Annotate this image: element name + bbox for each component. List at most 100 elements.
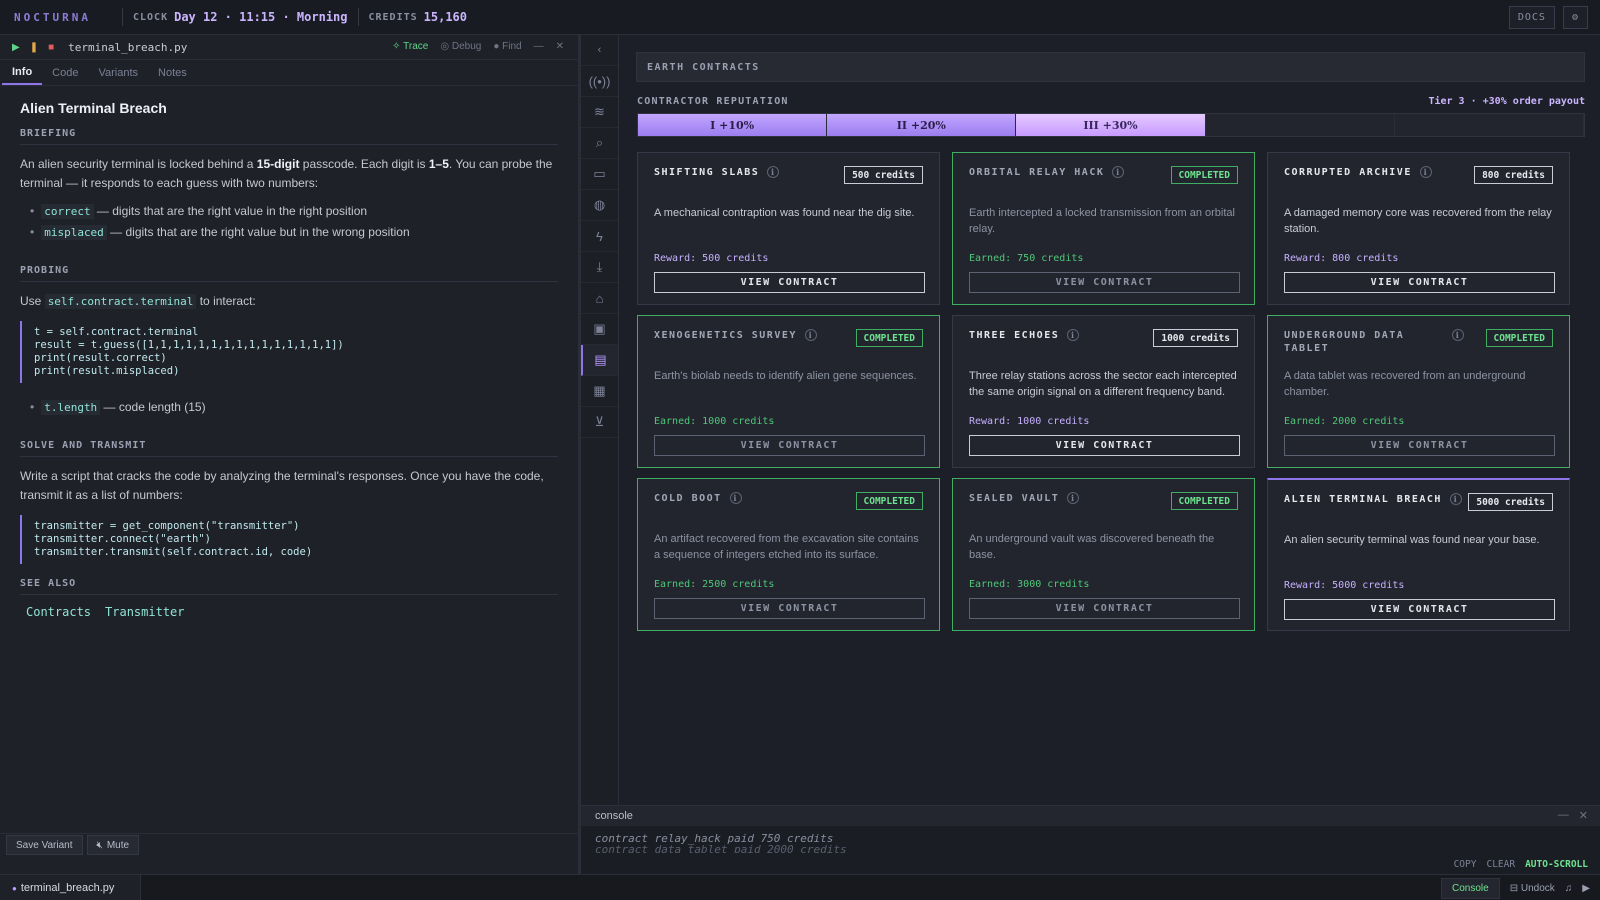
probing-list: t.length — code length (15) bbox=[30, 397, 558, 418]
reputation-tier-5 bbox=[1394, 114, 1585, 136]
globe-icon[interactable]: ◍ bbox=[581, 190, 618, 221]
view-contract-button[interactable]: VIEW CONTRACT bbox=[654, 435, 925, 456]
contract-title: UNDERGROUND DATA TABLET i bbox=[1284, 329, 1464, 355]
tab-code[interactable]: Code bbox=[42, 60, 88, 85]
brand-logo: NOCTURNA bbox=[14, 10, 91, 24]
contract-description: An underground vault was discovered bene… bbox=[969, 533, 1215, 561]
play-icon[interactable]: ▶ bbox=[1582, 883, 1590, 894]
contract-title-text: XENOGENETICS SURVEY bbox=[654, 330, 797, 341]
credits-label: CREDITS bbox=[368, 11, 418, 23]
tab-variants[interactable]: Variants bbox=[88, 60, 148, 85]
info-icon[interactable]: i bbox=[1452, 329, 1464, 341]
divider bbox=[357, 8, 359, 26]
crate-icon[interactable]: ▣ bbox=[581, 314, 618, 345]
link-transmitter[interactable]: Transmitter bbox=[105, 605, 184, 619]
find-label: Find bbox=[502, 41, 522, 52]
find-button[interactable]: ● Find bbox=[493, 41, 521, 52]
contract-title: ALIEN TERMINAL BREACH i bbox=[1284, 493, 1464, 506]
contract-card[interactable]: SHIFTING SLABS i 500 credits A mechanical c… bbox=[637, 152, 940, 305]
minimize-icon[interactable]: — bbox=[1558, 809, 1569, 822]
contract-card[interactable]: XENOGENETICS SURVEY i COMPLETED Earth's bio… bbox=[637, 315, 940, 468]
contract-description: A mechanical contraption was found near … bbox=[654, 207, 915, 219]
contract-card[interactable]: ORBITAL RELAY HACK i COMPLETED Earth interc… bbox=[952, 152, 1255, 305]
broadcast-icon[interactable]: ((•)) bbox=[581, 66, 618, 97]
minimize-icon[interactable]: — bbox=[534, 41, 544, 52]
console-toggle-button[interactable]: Console bbox=[1441, 877, 1500, 899]
contract-title-text: CORRUPTED ARCHIVE bbox=[1284, 167, 1412, 178]
factory-icon[interactable]: ⌂ bbox=[581, 283, 618, 314]
close-icon[interactable]: ✕ bbox=[556, 41, 564, 52]
contract-reward: Earned: 2500 credits bbox=[654, 579, 775, 590]
debug-button[interactable]: ◎ Debug bbox=[440, 41, 481, 52]
contract-title: XENOGENETICS SURVEY i bbox=[654, 329, 834, 342]
view-contract-button[interactable]: VIEW CONTRACT bbox=[1284, 435, 1555, 456]
view-contract-button[interactable]: VIEW CONTRACT bbox=[969, 272, 1240, 293]
tab-info[interactable]: Info bbox=[2, 60, 43, 85]
document-icon[interactable]: ▤ bbox=[581, 345, 618, 376]
view-contract-button[interactable]: VIEW CONTRACT bbox=[654, 598, 925, 619]
zoom-icon[interactable]: ⌕ bbox=[581, 128, 618, 159]
tab-notes[interactable]: Notes bbox=[148, 60, 197, 85]
reputation-tier-3: III +30% bbox=[1016, 114, 1206, 136]
info-icon[interactable]: i bbox=[1449, 493, 1462, 505]
trace-button[interactable]: ✧ Trace bbox=[392, 41, 428, 52]
stop-icon[interactable]: ■ bbox=[48, 42, 54, 53]
pause-icon[interactable]: ❚ bbox=[30, 42, 38, 53]
editor-panel: ▶ ❚ ■ terminal_breach.py ✧ Trace ◎ Debug… bbox=[0, 35, 581, 900]
contract-title: SHIFTING SLABS i bbox=[654, 166, 834, 179]
speaker-icon: 🔇︎ bbox=[96, 839, 103, 851]
inline-code: correct bbox=[41, 204, 94, 219]
autoscroll-toggle[interactable]: AUTO-SCROLL bbox=[1525, 859, 1588, 870]
play-icon[interactable]: ▶ bbox=[12, 42, 20, 53]
contract-card[interactable]: COLD BOOT i COMPLETED An artifact recovered… bbox=[637, 478, 940, 631]
link-contracts[interactable]: Contracts bbox=[26, 605, 91, 619]
view-contract-button[interactable]: VIEW CONTRACT bbox=[1284, 272, 1555, 293]
search-icon: ● bbox=[493, 41, 500, 52]
contract-reward: Reward: 1000 credits bbox=[969, 416, 1090, 427]
contract-description: An alien security terminal was found nea… bbox=[1284, 534, 1540, 546]
contract-card[interactable]: ALIEN TERMINAL BREACH i 5000 credits An ali… bbox=[1267, 478, 1570, 631]
briefing-bold-digits: 15-digit bbox=[256, 157, 300, 171]
info-icon[interactable]: i bbox=[1067, 492, 1080, 504]
view-contract-button[interactable]: VIEW CONTRACT bbox=[654, 272, 925, 293]
probing-text: Use self.contract.terminal to interact: bbox=[20, 292, 558, 311]
status-badge: COMPLETED bbox=[855, 329, 923, 347]
info-icon[interactable]: i bbox=[1112, 166, 1125, 178]
icon-rail: ‹ ((•)) ≋ ⌕ ▭ ◍ ϟ ⤓ ⌂ ▣ ▤ ▦ ⊻ bbox=[581, 35, 619, 805]
info-icon[interactable]: i bbox=[767, 166, 780, 178]
download-icon[interactable]: ⤓ bbox=[581, 252, 618, 283]
contract-title-text: ORBITAL RELAY HACK bbox=[969, 167, 1105, 178]
mute-button[interactable]: 🔇︎ Mute bbox=[86, 835, 140, 855]
music-icon[interactable]: ♫ bbox=[1565, 883, 1573, 894]
contract-title: COLD BOOT i bbox=[654, 492, 834, 505]
signal-icon[interactable]: ≋ bbox=[581, 97, 618, 128]
info-icon[interactable]: i bbox=[1419, 166, 1432, 178]
view-contract-button[interactable]: VIEW CONTRACT bbox=[1284, 599, 1555, 620]
clear-button[interactable]: CLEAR bbox=[1486, 859, 1515, 870]
file-tab[interactable]: ● terminal_breach.py bbox=[0, 875, 142, 900]
info-icon[interactable]: i bbox=[1067, 329, 1080, 341]
probing-text-part: Use bbox=[20, 294, 45, 308]
bolt-icon[interactable]: ϟ bbox=[581, 221, 618, 252]
contracts-panel: EARTH CONTRACTS CONTRACTOR REPUTATION Ti… bbox=[620, 35, 1600, 805]
collapse-chevron-icon[interactable]: ‹ bbox=[581, 35, 618, 66]
info-icon[interactable]: i bbox=[804, 329, 817, 341]
info-icon[interactable]: i bbox=[729, 492, 742, 504]
contract-card[interactable]: UNDERGROUND DATA TABLET i COMPLETED A data … bbox=[1267, 315, 1570, 468]
save-variant-button[interactable]: Save Variant bbox=[6, 835, 83, 855]
contract-card[interactable]: SEALED VAULT i COMPLETED An underground vau… bbox=[952, 478, 1255, 631]
briefcase-icon[interactable]: ▦ bbox=[581, 376, 618, 407]
view-contract-button[interactable]: VIEW CONTRACT bbox=[969, 435, 1240, 456]
copy-button[interactable]: COPY bbox=[1454, 859, 1477, 870]
contract-reward: Reward: 5000 credits bbox=[1284, 580, 1405, 591]
reputation-tier-1: I +10% bbox=[638, 114, 828, 136]
gear-icon[interactable]: ⚙ bbox=[1562, 6, 1588, 29]
undock-button[interactable]: ⊟ Undock bbox=[1510, 883, 1555, 894]
contract-card[interactable]: THREE ECHOES i 1000 credits Three relay sta… bbox=[952, 315, 1255, 468]
monitor-icon[interactable]: ▭ bbox=[581, 159, 618, 190]
view-contract-button[interactable]: VIEW CONTRACT bbox=[969, 598, 1240, 619]
contract-card[interactable]: CORRUPTED ARCHIVE i 800 credits A damaged m… bbox=[1267, 152, 1570, 305]
cart-icon[interactable]: ⊻ bbox=[581, 407, 618, 438]
docs-button[interactable]: DOCS bbox=[1508, 6, 1555, 29]
close-icon[interactable]: ✕ bbox=[1579, 809, 1588, 822]
